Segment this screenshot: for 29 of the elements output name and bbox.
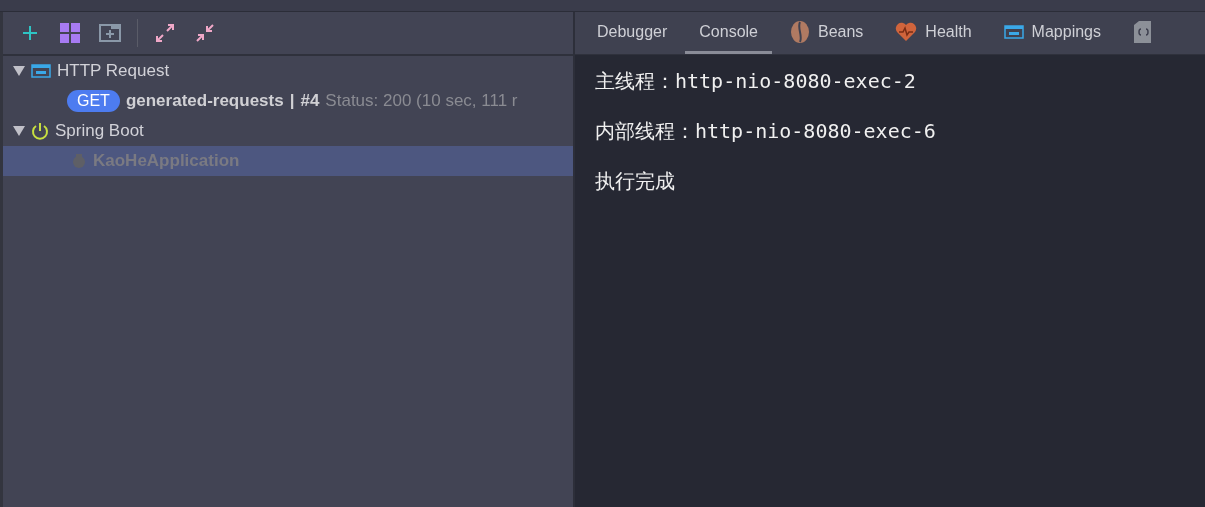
status-text: Status: 200 (10 sec, 111 r	[325, 91, 518, 111]
grid-button[interactable]	[57, 20, 83, 46]
expand-icon	[155, 23, 175, 43]
tab[interactable]: Health	[881, 12, 986, 54]
request-name[interactable]: generated-requests	[125, 91, 284, 111]
expanded-arrow-icon[interactable]	[13, 124, 25, 137]
expanded-arrow-icon[interactable]	[13, 64, 25, 77]
tab[interactable]: Debugger	[583, 12, 682, 54]
api-icon	[31, 64, 51, 78]
run-number: #4	[300, 91, 320, 111]
add-icon	[22, 25, 38, 41]
console-line: 内部线程：http-nio-8080-exec-6	[595, 118, 937, 145]
collapse-icon	[195, 23, 215, 43]
method-badge: GET	[67, 90, 120, 112]
tab[interactable]: Beans	[776, 12, 878, 54]
heart-icon	[895, 21, 918, 42]
console-line: 主线程：http-nio-8080-exec-2	[595, 68, 917, 95]
power-icon	[31, 122, 49, 140]
console-line: 执行完成	[595, 168, 676, 195]
api-icon	[1003, 24, 1024, 39]
new-window-icon	[99, 24, 121, 42]
tab[interactable]: Console	[685, 12, 772, 54]
tree-node-label[interactable]: HTTP Request	[57, 61, 170, 81]
tree-node-label[interactable]: Spring Boot	[55, 121, 144, 141]
tab[interactable]: Mappings	[989, 12, 1115, 54]
file-icon	[1133, 19, 1153, 44]
bean-icon	[790, 19, 810, 44]
separator-text: |	[289, 91, 295, 111]
grid-icon	[60, 23, 80, 43]
